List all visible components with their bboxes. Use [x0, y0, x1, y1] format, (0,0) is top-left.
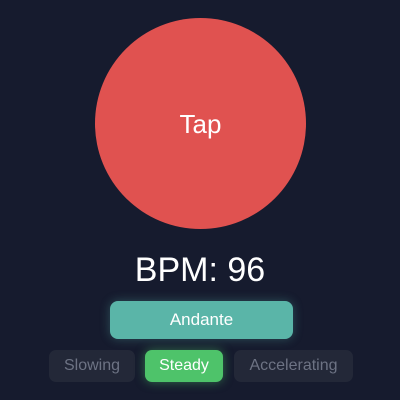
trend-option-steady[interactable]: Steady	[145, 350, 223, 382]
tempo-marking-badge: Andante	[110, 301, 293, 339]
trend-option-accelerating[interactable]: Accelerating	[234, 350, 353, 382]
tap-button-label: Tap	[179, 108, 222, 139]
bpm-readout: BPM: 96	[134, 251, 266, 289]
metronome-app: Tap BPM: 96 Andante Slowing Steady Accel…	[0, 0, 400, 400]
tempo-trend-selector: Slowing Steady Accelerating	[0, 350, 400, 382]
tap-button[interactable]: Tap	[95, 18, 306, 229]
trend-option-slowing[interactable]: Slowing	[49, 350, 135, 382]
